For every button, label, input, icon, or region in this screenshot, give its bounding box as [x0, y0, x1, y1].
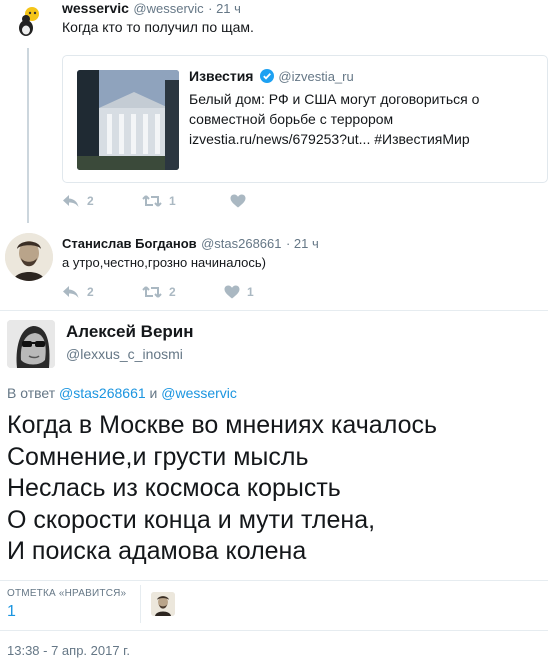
quoted-text-link[interactable]: izvestia.ru/news/679253?ut... #ИзвестияМ…	[189, 129, 479, 149]
avatar[interactable]	[5, 233, 53, 281]
divider	[0, 580, 548, 581]
poem-line: И поиска адамова колена	[7, 537, 307, 565]
heart-icon	[230, 194, 246, 208]
reply-icon	[63, 286, 79, 298]
reply-count: 2	[87, 194, 94, 208]
quoted-author-handle[interactable]: @izvestia_ru	[278, 69, 353, 84]
reply-and: и	[149, 385, 158, 401]
portrait-avatar-icon	[5, 233, 53, 281]
stat-divider	[140, 585, 141, 623]
author-handle[interactable]: @wesservic	[133, 1, 203, 16]
cartoon-avatar-icon	[19, 7, 39, 36]
retweet-button[interactable]: 2	[142, 285, 224, 299]
portrait-avatar-icon	[151, 592, 175, 616]
like-button[interactable]: 1	[224, 285, 254, 299]
reply-count: 2	[87, 285, 94, 299]
quoted-tweet-card[interactable]: Известия @izvestia_ru Белый дом: РФ и СШ…	[62, 55, 548, 183]
reply-mention-stas[interactable]: @stas268661	[59, 385, 146, 401]
like-button[interactable]	[230, 194, 253, 208]
author-handle[interactable]: @lexxus_c_inosmi	[66, 346, 183, 362]
divider	[0, 630, 548, 631]
poem-line: Неслась из космоса корысть	[7, 474, 341, 502]
poem-line: Когда в Москве во мнениях качалось	[7, 411, 437, 439]
likes-label: ОТМЕТКА «НРАВИТСЯ»	[7, 588, 127, 599]
tweet-text: Когда в Москве во мнениях качалось Сомне…	[7, 410, 437, 568]
reply-prefix: В ответ	[7, 385, 56, 401]
liker-avatar[interactable]	[151, 592, 175, 616]
like-count: 1	[247, 285, 254, 299]
author-name[interactable]: wesservic	[62, 0, 129, 16]
retweet-icon	[142, 286, 162, 298]
reply-icon	[63, 195, 79, 207]
sunglasses-avatar-icon	[7, 320, 55, 368]
quoted-text-line: совместной борьбе с террором	[189, 111, 394, 127]
tweet-time[interactable]: · 21 ч	[208, 1, 241, 16]
reply-button[interactable]: 2	[62, 285, 142, 299]
heart-icon	[224, 285, 240, 299]
quoted-text-line: Белый дом: РФ и США могут договориться о	[189, 91, 480, 107]
poem-line: О скорости конца и мути тлена,	[7, 505, 376, 534]
tweet-text: Когда кто то получил по щам.	[62, 19, 254, 35]
tweet-time[interactable]: · 21 ч	[286, 236, 319, 251]
reply-context: В ответ @stas268661 и @wesservic	[7, 385, 237, 401]
tweet-timestamp[interactable]: 13:38 - 7 апр. 2017 г.	[7, 643, 130, 658]
reply-button[interactable]: 2	[62, 194, 142, 208]
author-handle[interactable]: @stas268661	[201, 236, 281, 251]
avatar[interactable]	[10, 4, 44, 38]
likes-count[interactable]: 1	[7, 603, 16, 621]
tweet-text: а утро,честно,грозно начиналось)	[62, 255, 267, 270]
quoted-author-name[interactable]: Известия	[189, 68, 253, 84]
reply-mention-wesservic[interactable]: @wesservic	[161, 385, 237, 401]
author-name[interactable]: Алексей Верин	[66, 322, 194, 342]
retweet-icon	[142, 195, 162, 207]
retweet-count: 2	[169, 285, 176, 299]
retweet-count: 1	[169, 194, 176, 208]
verified-icon	[259, 69, 274, 88]
divider	[0, 310, 548, 311]
avatar[interactable]	[7, 320, 55, 368]
retweet-button[interactable]: 1	[142, 194, 230, 208]
quoted-tweet-image[interactable]	[77, 70, 179, 170]
author-name[interactable]: Станислав Богданов	[62, 236, 197, 251]
white-house-image	[77, 70, 179, 170]
poem-line: Сомнение,и грусти мысль	[7, 442, 309, 471]
thread-line	[27, 48, 29, 223]
